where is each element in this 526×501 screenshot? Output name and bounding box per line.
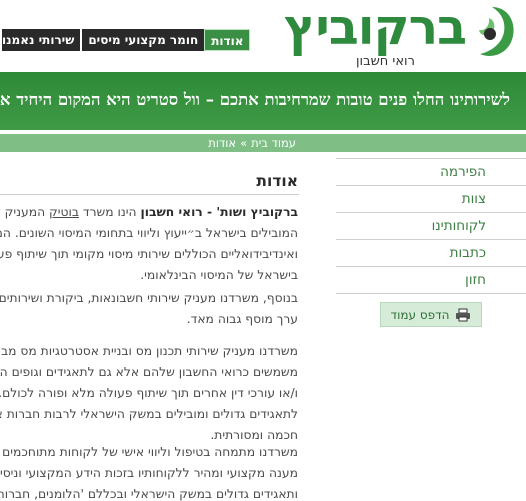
firm-name: ברקוביץ ושות' - רואי חשבון — [140, 205, 299, 219]
logo-icon[interactable] — [466, 4, 518, 62]
breadcrumb-separator: » — [240, 136, 248, 150]
print-page-label: הדפס עמוד — [390, 307, 450, 322]
banner: לשירותינו החלו פנים טובות שמרחיבות אתכם … — [0, 72, 526, 130]
sidebar-item-articles[interactable]: כתבות — [336, 239, 526, 266]
paragraph-line: מענה מקצועי ומהיר ללקוחותיו בזכות הידע ה… — [0, 466, 298, 480]
paragraph-line: ואינדיבידואליים הכוללים שירותי מיסוי מקו… — [0, 247, 298, 261]
site-header: ברקוביץ רואי חשבון אודות חומר מקצועי מיס… — [0, 0, 526, 72]
logo-title[interactable]: ברקוביץ — [284, 0, 467, 58]
breadcrumb-bar: עמוד בית»אודות — [0, 134, 526, 152]
paragraph-tax-planning: משרדנו מעניק שירותי תכנון מס ובניית אסטר… — [0, 341, 298, 446]
paragraph-line: ברקוביץ ושות' - רואי חשבון הינו משרד בוט… — [0, 202, 298, 223]
print-page-button[interactable]: הדפס עמוד — [380, 302, 482, 327]
paragraph-line: ערך מוסף גבוה מאד. — [186, 312, 298, 326]
paragraph-line: משרדנו מעניק שירותי תכנון מס ובניית אסטר… — [0, 344, 298, 358]
breadcrumb: עמוד בית»אודות — [206, 134, 298, 152]
breadcrumb-home-link[interactable]: עמוד בית — [251, 136, 296, 150]
top-nav: אודות חומר מקצועי מיסים שירותי נאמנו — [0, 29, 251, 51]
text-span: המעניק שירותי ביקורת — [0, 205, 46, 219]
paragraph-line: ותאגידים גדולים במשק הישראלי ובכללם 'הלו… — [0, 487, 298, 501]
text-span: הינו משרד — [82, 205, 137, 219]
paragraph-line: משרדנו מתמחה בטיפול וליווי אישי של לקוחו… — [0, 445, 298, 459]
nav-tab-tax-materials[interactable]: חומר מקצועי מיסים — [80, 29, 205, 51]
nav-tab-trust-services[interactable]: שירותי נאמנו — [0, 29, 81, 51]
paragraph-line: ו/או עורכי דין אחרים תוך שיתוף פעולה מלא… — [0, 386, 298, 400]
heading-divider — [0, 194, 299, 195]
paragraph-line: לתאגידים גדולים ומובילים במשק הישראלי לר… — [0, 407, 298, 421]
sidebar-item-firm[interactable]: הפירמה — [336, 158, 526, 185]
page-title: אודות — [256, 172, 298, 190]
paragraph-line: משמשים כרואי החשבון שלהם אלא גם לתאגידים… — [0, 365, 298, 379]
printer-icon — [456, 308, 471, 321]
paragraph-line: המובילים בישראל ב״ייעוץ וליווי בתחומי המ… — [0, 226, 298, 240]
sidebar-item-team[interactable]: צוות — [336, 185, 526, 212]
paragraph-clients: משרדנו מתמחה בטיפול וליווי אישי של לקוחו… — [0, 442, 298, 501]
main-content: אודות ברקוביץ ושות' - רואי חשבון הינו מש… — [0, 158, 317, 501]
paragraph-line: בישראל של המיסוי הבינלאומי. — [140, 268, 298, 282]
sidebar: הפירמה צוות לקוחותינו כתבות חזון — [336, 158, 526, 294]
logo-subtitle: רואי חשבון — [356, 54, 415, 69]
paragraph-services: בנוסף, משרדנו מעניק שירותי חשבונאות, ביק… — [0, 288, 298, 330]
sidebar-item-vision[interactable]: חזון — [336, 266, 526, 294]
banner-quote: לשירותינו החלו פנים טובות שמרחיבות אתכם … — [0, 90, 510, 109]
boutique-link[interactable]: בוטיק — [49, 205, 79, 219]
paragraph-line: בנוסף, משרדנו מעניק שירותי חשבונאות, ביק… — [0, 291, 298, 305]
nav-tab-about[interactable]: אודות — [204, 29, 251, 51]
sidebar-item-clients[interactable]: לקוחותינו — [336, 212, 526, 239]
paragraph-intro: ברקוביץ ושות' - רואי חשבון הינו משרד בוט… — [0, 202, 298, 286]
breadcrumb-current: אודות — [208, 136, 237, 150]
